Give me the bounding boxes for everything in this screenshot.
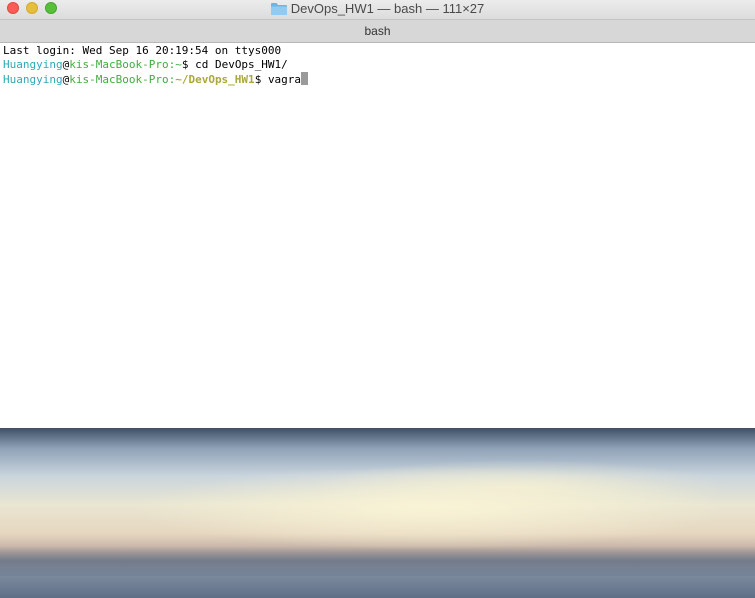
prompt-cwd: ~/DevOps_HW1 [175,73,255,86]
folder-icon [270,3,287,18]
prompt-line: Huangying@kis-MacBook-Pro:~/DevOps_HW1$ … [3,72,755,86]
command-text: cd DevOps_HW1/ [195,58,288,71]
prompt-symbol: $ [181,58,196,71]
desktop-wallpaper [0,428,755,598]
window-title-container: DevOps_HW1 — bash — 111×27 [0,1,755,18]
prompt-line: Huangying@kis-MacBook-Pro:~$ cd DevOps_H… [3,58,755,72]
title-bar[interactable]: DevOps_HW1 — bash — 111×27 [0,0,755,19]
prompt-user: Huangying [3,73,63,86]
prompt-host: kis-MacBook-Pro [69,73,169,86]
command-input[interactable]: vagra [268,73,301,86]
text-cursor [301,72,309,85]
window-title: DevOps_HW1 — bash — 111×27 [290,1,485,16]
prompt-user: Huangying [3,58,63,71]
tab-bash[interactable]: bash [0,24,755,38]
prompt-cwd: ~ [175,58,182,71]
terminal-output[interactable]: Last login: Wed Sep 16 20:19:54 on ttys0… [3,44,755,86]
prompt-symbol: $ [254,73,268,86]
prompt-host: kis-MacBook-Pro [69,58,169,71]
terminal-window: DevOps_HW1 — bash — 111×27 bash Last log… [0,0,755,428]
wallpaper-cloud-band [0,546,755,576]
last-login-line: Last login: Wed Sep 16 20:19:54 on ttys0… [3,44,282,57]
tab-bar: bash [0,19,755,43]
